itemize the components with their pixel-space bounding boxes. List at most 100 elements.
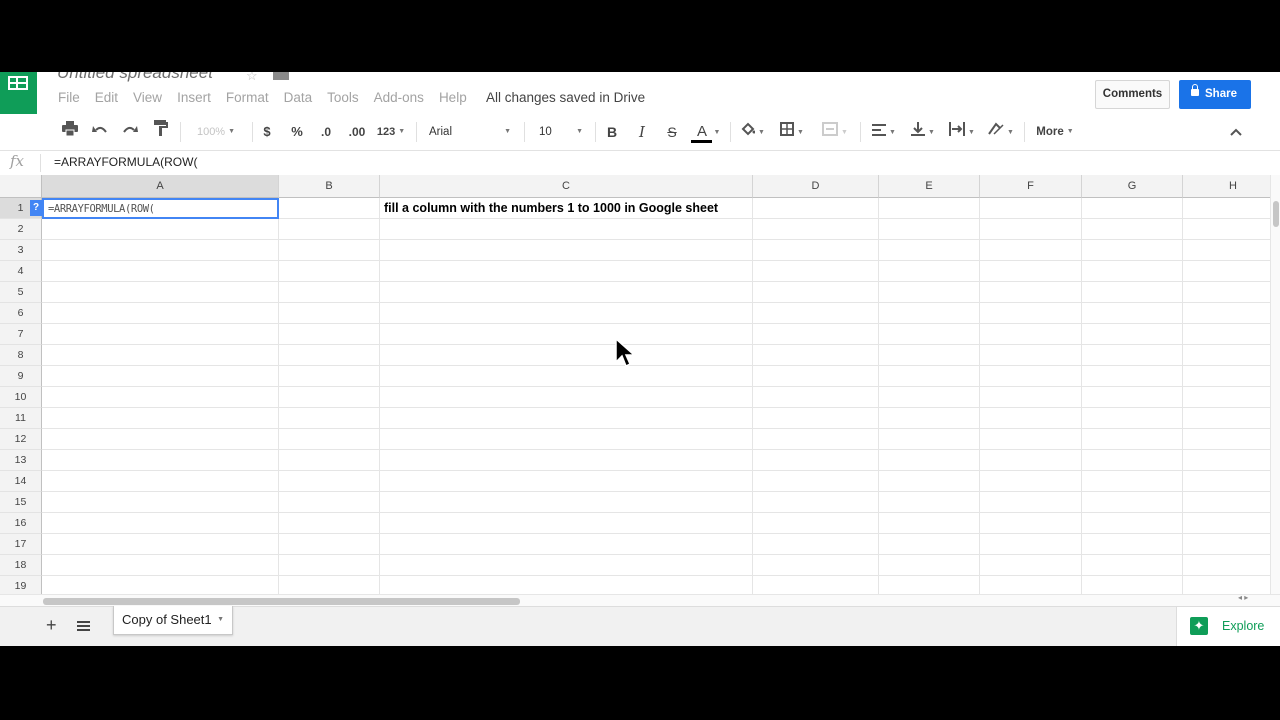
sheets-logo-icon[interactable] [0,72,37,114]
more-formats-button[interactable]: 123 ▼ [375,116,407,148]
row-header-3[interactable]: 3 [0,240,42,261]
merge-cells-icon[interactable]: ▼ [816,116,854,148]
italic-button[interactable]: I [633,116,651,148]
text-color-button[interactable]: A [691,116,713,148]
more-toolbar-button[interactable]: More ▼ [1033,116,1077,148]
formula-help-icon[interactable]: ? [30,200,42,216]
strikethrough-button[interactable]: S [663,116,681,148]
row-header-14[interactable]: 14 [0,471,42,492]
row-header-4[interactable]: 4 [0,261,42,282]
column-header-c[interactable]: C [380,175,753,198]
text-color-letter: A [696,123,707,140]
row-header-15[interactable]: 15 [0,492,42,513]
vertical-scrollbar[interactable] [1270,175,1280,594]
explore-button[interactable]: ✦ Explore [1176,607,1280,646]
share-button[interactable]: Share [1179,80,1251,109]
comments-button[interactable]: Comments [1095,80,1170,109]
save-status[interactable]: All changes saved in Drive [486,90,645,105]
row-header-10[interactable]: 10 [0,387,42,408]
row-header-8[interactable]: 8 [0,345,42,366]
all-sheets-menu-icon[interactable] [77,621,90,631]
document-title[interactable]: Untitled spreadsheet [57,72,213,83]
scroll-arrows-icon[interactable]: ◂ ▸ [1238,593,1248,602]
formula-bar: fx =ARRAYFORMULA(ROW( [0,150,1280,174]
paint-format-icon[interactable] [151,116,171,148]
bold-button[interactable]: B [603,116,621,148]
menu-data[interactable]: Data [284,90,313,105]
percent-format-button[interactable]: % [288,116,306,148]
menu-file[interactable]: File [58,90,80,105]
menu-tools[interactable]: Tools [327,90,359,105]
row-header-16[interactable]: 16 [0,513,42,534]
column-header-b[interactable]: B [279,175,380,198]
currency-format-button[interactable]: $ [258,116,276,148]
sheet-tab[interactable]: Copy of Sheet1 ▼ [113,606,233,635]
menu-addons[interactable]: Add-ons [374,90,424,105]
horizontal-scroll-thumb[interactable] [43,598,520,605]
increase-decimals-button[interactable]: .00 [344,116,370,148]
sheet-bar: + Copy of Sheet1 ▼ ✦ Explore [0,606,1280,646]
row-header-13[interactable]: 13 [0,450,42,471]
column-header-g[interactable]: G [1082,175,1183,198]
mouse-pointer-icon [615,337,636,375]
menu-view[interactable]: View [133,90,162,105]
select-all-corner[interactable] [0,175,42,198]
row-header-2[interactable]: 2 [0,219,42,240]
add-sheet-button[interactable]: + [46,615,57,636]
lock-icon [1191,84,1199,96]
cell-editor-input[interactable]: =ARRAYFORMULA(ROW( [48,201,155,217]
column-header-e[interactable]: E [879,175,980,198]
fill-color-icon[interactable]: ▼ [738,116,768,148]
column-header-f[interactable]: F [980,175,1082,198]
horizontal-align-icon[interactable]: ▼ [867,116,901,148]
share-label: Share [1205,88,1237,100]
formula-input[interactable]: =ARRAYFORMULA(ROW( [54,155,197,169]
horizontal-scrollbar[interactable]: ◂ ▸ [0,593,1280,606]
undo-icon[interactable] [90,116,110,148]
menu-edit[interactable]: Edit [95,90,118,105]
borders-icon[interactable]: ▼ [776,116,808,148]
vertical-align-icon[interactable]: ▼ [906,116,940,148]
menu-bar: File Edit View Insert Format Data Tools … [58,90,482,105]
zoom-select[interactable]: 100% ▼ [188,116,244,148]
more-label: More [1036,126,1064,138]
row-header-9[interactable]: 9 [0,366,42,387]
text-color-swatch [691,140,712,143]
fx-icon: fx [10,152,25,170]
row-header-17[interactable]: 17 [0,534,42,555]
row-header-11[interactable]: 11 [0,408,42,429]
star-icon[interactable]: ☆ [246,72,258,84]
spreadsheet-grid[interactable]: A B C D E F G H 1 2 3 4 5 6 7 8 9 10 11 12 13 14 15 16 17 18 19 fil… [0,175,1270,594]
text-color-caret-icon[interactable]: ▼ [712,116,722,148]
cell-c1[interactable]: fill a column with the numbers 1 to 1000… [384,198,718,219]
more-formats-label: 123 [376,126,396,138]
column-header-h[interactable]: H [1183,175,1270,198]
font-family-select[interactable]: Arial ▼ [429,116,515,148]
decrease-decimals-button[interactable]: .0 [315,116,337,148]
print-icon[interactable] [60,116,80,148]
row-header-18[interactable]: 18 [0,555,42,576]
vertical-scroll-thumb[interactable] [1273,201,1279,227]
active-cell-a1[interactable]: =ARRAYFORMULA(ROW( [42,198,279,219]
collapse-toolbar-icon[interactable] [1226,116,1246,148]
menu-format[interactable]: Format [226,90,269,105]
column-header-a[interactable]: A [42,175,279,198]
menu-help[interactable]: Help [439,90,467,105]
row-header-19[interactable]: 19 [0,576,42,594]
row-header-6[interactable]: 6 [0,303,42,324]
folder-icon[interactable] [273,72,289,80]
font-family-value: Arial [429,126,453,138]
column-header-d[interactable]: D [753,175,879,198]
font-size-select[interactable]: 10 ▼ [539,116,587,148]
font-size-value: 10 [539,126,552,138]
menu-insert[interactable]: Insert [177,90,211,105]
row-header-12[interactable]: 12 [0,429,42,450]
row-header-7[interactable]: 7 [0,324,42,345]
text-rotation-icon[interactable]: ▼ [984,116,1018,148]
redo-icon[interactable] [120,116,140,148]
sheet-tab-caret-icon[interactable]: ▼ [217,606,224,633]
zoom-value: 100% [196,126,226,138]
text-wrapping-icon[interactable]: ▼ [945,116,979,148]
row-header-5[interactable]: 5 [0,282,42,303]
toolbar: 100% ▼ $ % .0 .00 123 ▼ Arial ▼ 10 ▼ B I S A… [0,116,1280,148]
